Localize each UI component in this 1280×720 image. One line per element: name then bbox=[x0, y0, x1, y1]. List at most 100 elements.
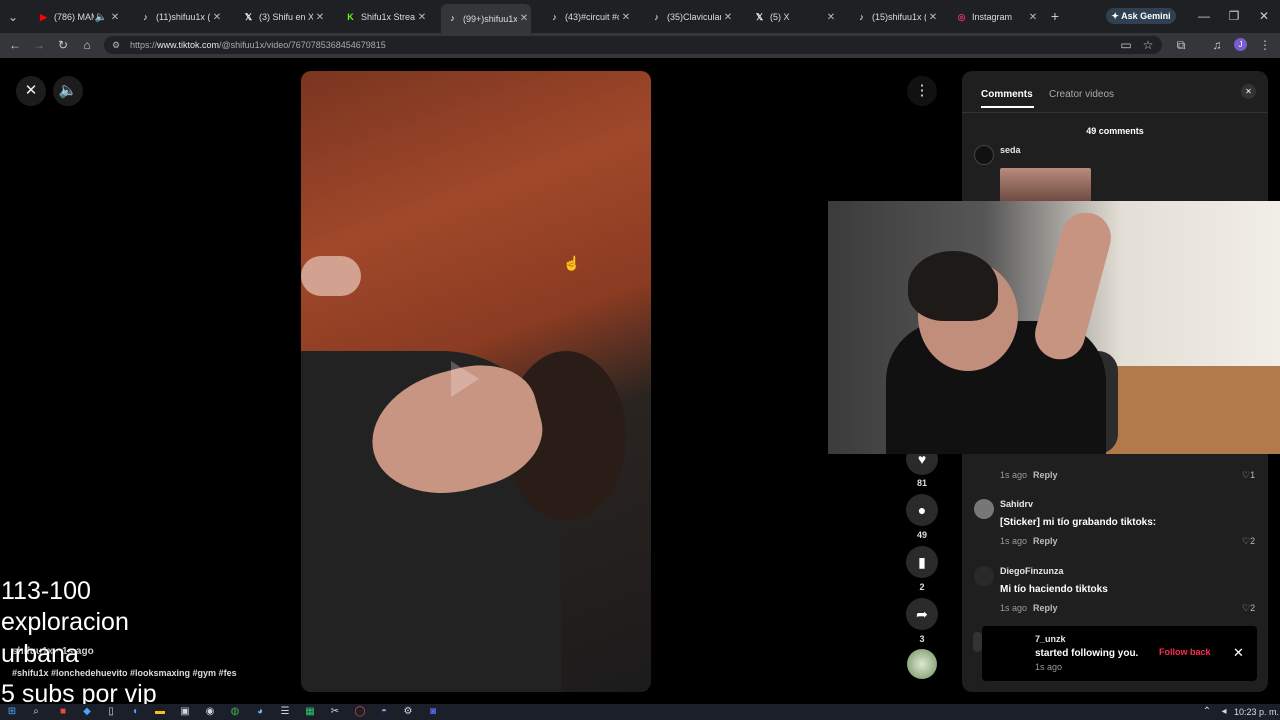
taskbar-app-icon[interactable]: ▦ bbox=[304, 706, 316, 718]
tab-close-icon[interactable]: ✕ bbox=[415, 12, 429, 23]
save-button[interactable]: ▮ bbox=[906, 546, 938, 578]
tab-close-icon[interactable]: ✕ bbox=[210, 12, 224, 23]
tab-close-icon[interactable]: ✕ bbox=[108, 12, 122, 23]
chrome-icon[interactable]: ◍ bbox=[229, 706, 241, 718]
tab-close-icon[interactable]: ✕ bbox=[824, 12, 838, 23]
comment-button[interactable]: ● bbox=[906, 494, 938, 526]
comment-count: 49 bbox=[916, 530, 927, 540]
play-icon bbox=[451, 361, 479, 397]
browser-tab[interactable]: ♪ (11)shifuu1x (@✕ bbox=[134, 6, 224, 28]
cast-icon[interactable]: ▭ bbox=[1118, 37, 1134, 53]
comment-time: 1s ago bbox=[1000, 470, 1028, 480]
browser-tab[interactable]: ♪ (15)shifuu1x (@✕ bbox=[850, 6, 940, 28]
browser-menu-icon[interactable]: ⋮ bbox=[1257, 37, 1273, 53]
reply-button[interactable]: Reply bbox=[1033, 470, 1058, 480]
browser-tab[interactable]: ♪ (43)#circuit #ci ✕ bbox=[543, 6, 633, 28]
browser-tab[interactable]: 𝕏 (5) X ✕ bbox=[748, 6, 838, 28]
tab-comments[interactable]: Comments bbox=[981, 89, 1033, 100]
close-panel-button[interactable]: ✕ bbox=[1241, 84, 1256, 99]
discord-icon[interactable]: ◙ bbox=[427, 706, 439, 718]
close-icon: ✕ bbox=[1245, 87, 1252, 96]
taskbar-app-icon[interactable]: ✂ bbox=[329, 706, 341, 718]
tab-close-icon[interactable]: ✕ bbox=[1026, 12, 1040, 23]
share-count: 3 bbox=[919, 634, 925, 644]
obs-icon[interactable]: ◉ bbox=[204, 706, 216, 718]
browser-tab[interactable]: ◎ Instagram ✕ bbox=[950, 6, 1040, 28]
tab-close-icon[interactable]: ✕ bbox=[517, 13, 531, 24]
music-disc-avatar[interactable] bbox=[907, 649, 937, 679]
tray-chevron-up-icon[interactable]: ⌃ bbox=[1201, 706, 1213, 718]
address-bar[interactable]: ⚙ https://www.tiktok.com/@shifuu1x/video… bbox=[104, 36, 1162, 54]
browser-tab[interactable]: 𝕏 (3) Shifu en X: ✕ bbox=[237, 6, 327, 28]
profile-avatar[interactable]: J bbox=[1234, 38, 1247, 51]
taskbar-clock[interactable]: 10:23 p. m. bbox=[1234, 707, 1279, 717]
close-window-button[interactable]: ✕ bbox=[1256, 8, 1272, 24]
taskbar-app-icon[interactable]: ☰ bbox=[279, 706, 291, 718]
comment-username[interactable]: DiegoFinzunza bbox=[1000, 566, 1064, 576]
share-button[interactable]: ➦ bbox=[906, 598, 938, 630]
tab-close-icon[interactable]: ✕ bbox=[721, 12, 735, 23]
tab-close-icon[interactable]: ✕ bbox=[619, 12, 633, 23]
tab-close-icon[interactable]: ✕ bbox=[313, 12, 327, 23]
settings-gear-icon[interactable]: ⚙ bbox=[402, 706, 414, 718]
kick-icon: K bbox=[347, 11, 354, 22]
tab-close-icon[interactable]: ✕ bbox=[926, 12, 940, 23]
volume-button[interactable]: 🔈 bbox=[53, 76, 83, 106]
browser-tab[interactable]: ▶ (786) MAM🔈✕ bbox=[32, 6, 122, 28]
extensions-icon[interactable]: ⧉ bbox=[1173, 37, 1189, 53]
minimize-window-button[interactable]: — bbox=[1196, 8, 1212, 24]
file-explorer-icon[interactable]: ▬ bbox=[154, 706, 166, 718]
site-info-icon[interactable]: ⚙ bbox=[112, 36, 120, 54]
avatar[interactable] bbox=[974, 566, 994, 586]
taskbar-app-icon[interactable]: ■ bbox=[57, 706, 69, 718]
taskbar-app-icon[interactable]: ◕ bbox=[254, 706, 266, 718]
tab-title: (15)shifuu1x (@ bbox=[872, 12, 926, 22]
taskbar-app-icon[interactable]: ◐ bbox=[130, 706, 142, 718]
avatar[interactable] bbox=[974, 145, 994, 165]
reload-icon[interactable]: ↻ bbox=[55, 37, 71, 53]
x-icon: 𝕏 bbox=[244, 11, 253, 22]
tiktok-icon: ♪ bbox=[654, 11, 659, 22]
browser-tab[interactable]: ♪ (35)Clavicular (✕ bbox=[645, 6, 735, 28]
more-options-button[interactable]: ⋮ bbox=[907, 76, 937, 106]
tab-title: (35)Clavicular ( bbox=[667, 12, 721, 22]
back-arrow-icon[interactable]: ← bbox=[7, 37, 23, 53]
avatar[interactable] bbox=[974, 499, 994, 519]
comment-like-button[interactable]: ♡1 bbox=[1242, 470, 1255, 481]
comment-like-button[interactable]: ♡2 bbox=[1242, 536, 1255, 547]
home-icon[interactable]: ⌂ bbox=[79, 37, 95, 53]
video-player[interactable] bbox=[301, 71, 651, 692]
tab-search-chevron-icon[interactable]: ⌄ bbox=[5, 9, 21, 25]
notification-username[interactable]: 7_unzk bbox=[1035, 634, 1066, 644]
bookmark-star-icon[interactable]: ☆ bbox=[1140, 37, 1156, 53]
windows-start-icon[interactable]: ⊞ bbox=[6, 706, 18, 718]
reply-button[interactable]: Reply bbox=[1033, 603, 1058, 613]
taskbar-app-icon[interactable]: ▣ bbox=[179, 706, 191, 718]
reply-button[interactable]: Reply bbox=[1033, 536, 1058, 546]
comment-like-button[interactable]: ♡2 bbox=[1242, 603, 1255, 614]
taskbar-app-icon[interactable]: ◯ bbox=[354, 706, 366, 718]
dismiss-notification-button[interactable]: ✕ bbox=[1233, 645, 1244, 661]
taskbar-app-icon[interactable]: ◆ bbox=[81, 706, 93, 718]
comment-username[interactable]: Sahidrv bbox=[1000, 499, 1033, 509]
follow-back-button[interactable]: Follow back bbox=[1159, 647, 1211, 657]
tab-creator-videos[interactable]: Creator videos bbox=[1049, 89, 1114, 100]
tab-title: (5) X bbox=[770, 12, 790, 22]
taskbar-app-icon[interactable]: ▯ bbox=[105, 706, 117, 718]
media-controls-icon[interactable]: ♫ bbox=[1209, 37, 1225, 53]
tab-title: (11)shifuu1x (@ bbox=[156, 12, 210, 22]
restore-window-button[interactable]: ❐ bbox=[1226, 8, 1242, 24]
browser-tab[interactable]: K Shifu1x Stream✕ bbox=[339, 6, 429, 28]
taskbar-app-icon[interactable]: ◓ bbox=[378, 706, 390, 718]
close-icon: ✕ bbox=[1233, 645, 1244, 660]
taskbar-search-icon[interactable]: ⌕ bbox=[30, 706, 42, 718]
tab-audio-icon[interactable]: 🔈 bbox=[94, 12, 108, 23]
browser-tab[interactable]: ♪ (99+)shifuu1x (✕ bbox=[441, 4, 531, 33]
ask-gemini-button[interactable]: ✦ Ask Gemini bbox=[1106, 8, 1176, 24]
volume-tray-icon[interactable]: ◂ bbox=[1218, 706, 1230, 718]
comment-username[interactable]: seda bbox=[1000, 145, 1021, 155]
close-video-button[interactable]: ✕ bbox=[16, 76, 46, 106]
forward-arrow-icon[interactable]: → bbox=[31, 37, 47, 53]
new-tab-button[interactable]: + bbox=[1047, 8, 1063, 24]
tiktok-icon: ♪ bbox=[450, 13, 455, 23]
